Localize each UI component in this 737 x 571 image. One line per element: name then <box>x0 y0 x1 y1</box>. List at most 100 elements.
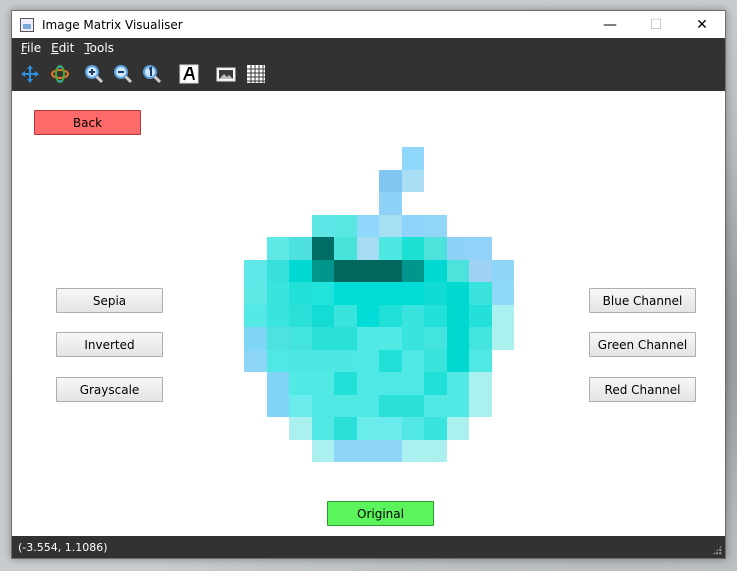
grid-view-icon[interactable] <box>244 62 268 86</box>
pixel-cell <box>244 327 267 350</box>
pixel-cell <box>289 237 312 260</box>
maximize-button[interactable]: ☐ <box>633 11 679 38</box>
zoom-in-icon[interactable] <box>82 62 106 86</box>
pan-arrows-icon[interactable] <box>18 62 42 86</box>
pixel-cell <box>289 349 312 372</box>
zoom-reset-icon[interactable] <box>140 62 164 86</box>
pixel-cell <box>334 147 357 170</box>
pixel-cell <box>401 214 424 237</box>
pixel-cell <box>447 170 470 193</box>
pixel-cell <box>289 440 312 463</box>
pixel-cell <box>267 170 290 193</box>
pixel-cell <box>311 282 334 305</box>
pixel-cell <box>379 192 402 215</box>
pixel-cell <box>334 192 357 215</box>
minimize-button[interactable]: — <box>587 11 633 38</box>
pixel-cell <box>424 417 447 440</box>
pixel-cell <box>334 439 357 462</box>
orbit-arrows-icon[interactable] <box>48 62 72 86</box>
pixel-cell <box>469 349 492 372</box>
pixel-cell <box>266 349 289 372</box>
resize-grip-icon[interactable] <box>712 545 722 555</box>
pixel-cell <box>401 169 424 192</box>
pixel-cell <box>334 304 357 327</box>
pixel-cell <box>244 215 267 238</box>
pixel-cell <box>446 259 469 282</box>
pixel-cell <box>469 237 492 260</box>
pixel-cell <box>244 372 267 395</box>
pixel-cell <box>244 395 267 418</box>
sepia-button[interactable]: Sepia <box>56 288 163 313</box>
pixel-cell <box>356 237 379 260</box>
pixel-cell <box>334 327 357 350</box>
pixel-cell <box>491 327 514 350</box>
pixel-cell <box>379 304 402 327</box>
pixel-cell <box>267 417 290 440</box>
pixel-cell <box>401 147 424 170</box>
pixel-cell <box>446 417 469 440</box>
pixel-cell <box>424 304 447 327</box>
red-channel-button[interactable]: Red Channel <box>589 377 696 402</box>
pixel-cell <box>334 259 357 282</box>
pixel-cell <box>289 259 312 282</box>
menu-file[interactable]: File <box>21 41 41 55</box>
pixel-cell <box>289 417 312 440</box>
pixel-cell <box>356 439 379 462</box>
pixel-cell <box>491 282 514 305</box>
pixel-cell <box>401 237 424 260</box>
pixel-cell <box>244 349 267 372</box>
app-logo-icon <box>20 17 34 32</box>
pixel-cell <box>379 349 402 372</box>
pixel-cell <box>356 349 379 372</box>
zoom-out-icon[interactable] <box>111 62 135 86</box>
status-bar: (-3.554, 1.1086) <box>12 536 725 558</box>
image-view-icon[interactable] <box>214 62 238 86</box>
pixel-cell <box>401 372 424 395</box>
pixel-cell <box>311 304 334 327</box>
pixel-cell <box>492 372 515 395</box>
pixel-cell <box>469 259 492 282</box>
pixel-cell <box>357 170 380 193</box>
pixel-cell <box>424 147 447 170</box>
blue-channel-button[interactable]: Blue Channel <box>589 288 696 313</box>
pixel-cell <box>334 170 357 193</box>
pixel-cell <box>289 372 312 395</box>
pixel-cell <box>357 147 380 170</box>
menu-edit[interactable]: Edit <box>51 41 74 55</box>
pixel-cell <box>492 147 515 170</box>
pixel-cell <box>401 327 424 350</box>
green-channel-button[interactable]: Green Channel <box>589 332 696 357</box>
pixel-cell <box>424 170 447 193</box>
pixel-cell <box>334 214 357 237</box>
pixel-cell <box>469 147 492 170</box>
pixel-cell <box>469 170 492 193</box>
grayscale-button[interactable]: Grayscale <box>56 377 163 402</box>
menu-bar: File Edit Tools <box>12 38 725 57</box>
close-button[interactable]: ✕ <box>679 11 725 38</box>
back-button[interactable]: Back <box>34 110 141 135</box>
pixel-cell <box>401 394 424 417</box>
pixel-cell <box>447 147 470 170</box>
pixel-cell <box>424 372 447 395</box>
original-button[interactable]: Original <box>327 501 434 526</box>
pixel-cell <box>446 304 469 327</box>
pixel-cell <box>356 394 379 417</box>
text-annotation-icon[interactable] <box>177 62 201 86</box>
menu-edit-label: dit <box>58 40 75 55</box>
pixel-cell <box>424 439 447 462</box>
pixel-image-canvas[interactable] <box>244 147 514 462</box>
menu-tools[interactable]: Tools <box>84 41 114 55</box>
pixel-cell <box>492 192 515 215</box>
window-title: Image Matrix Visualiser <box>42 17 183 32</box>
pixel-cell <box>244 170 267 193</box>
pixel-cell <box>312 170 335 193</box>
inverted-button[interactable]: Inverted <box>56 332 163 357</box>
pixel-cell <box>356 282 379 305</box>
pixel-cell <box>379 417 402 440</box>
pixel-cell <box>334 282 357 305</box>
pixel-cell <box>289 394 312 417</box>
pixel-cell <box>446 372 469 395</box>
pixel-cell <box>266 282 289 305</box>
pixel-cell <box>312 147 335 170</box>
pixel-cell <box>334 237 357 260</box>
